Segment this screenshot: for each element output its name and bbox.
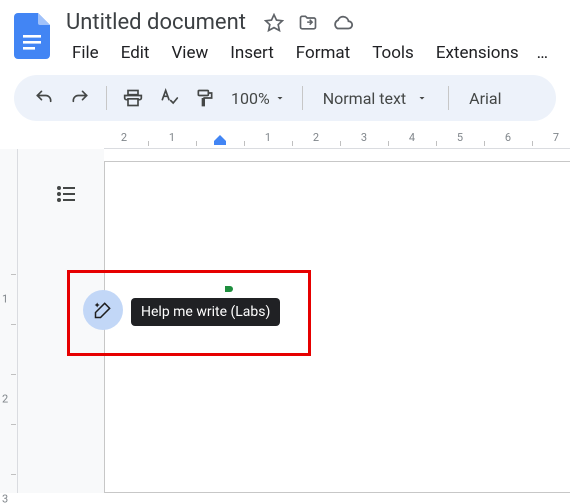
ruler-minor-tick [11, 474, 16, 475]
paragraph-style-dropdown[interactable]: Normal text [313, 89, 438, 108]
cloud-status-icon[interactable] [332, 12, 354, 34]
ruler-tick: 2 [121, 131, 127, 144]
ruler-tick: 6 [505, 131, 511, 144]
menu-extensions[interactable]: Extensions [426, 39, 529, 67]
help-me-write-tooltip: Help me write (Labs) [131, 298, 280, 326]
ruler-minor-tick [11, 274, 16, 275]
collab-cursor-flag-icon [225, 286, 233, 292]
ruler-tick: 4 [409, 131, 415, 144]
ruler-tick: 7 [553, 131, 559, 144]
ruler-tick: 2 [313, 131, 319, 144]
zoom-value: 100% [231, 89, 270, 108]
menu-insert[interactable]: Insert [220, 39, 284, 67]
star-icon[interactable] [264, 13, 284, 33]
ruler-minor-tick [11, 374, 16, 375]
print-button[interactable] [117, 82, 149, 114]
ruler-minor-tick [388, 141, 389, 146]
ruler-minor-tick [11, 424, 16, 425]
docs-logo[interactable] [12, 10, 52, 62]
ruler-tick: 1 [169, 131, 175, 144]
paragraph-style-value: Normal text [323, 89, 406, 108]
menu-view[interactable]: View [161, 39, 218, 67]
ruler-tick: 1 [265, 131, 271, 144]
ruler-minor-tick [436, 141, 437, 146]
menu-format[interactable]: Format [286, 39, 360, 67]
ruler-tick: 1 [2, 293, 8, 306]
horizontal-ruler[interactable]: 2 1 1 2 3 4 5 6 7 [104, 131, 570, 149]
help-me-write-button[interactable] [83, 290, 123, 330]
font-value: Arial [469, 89, 501, 108]
toolbar-separator [106, 86, 107, 110]
font-dropdown[interactable]: Arial [459, 89, 511, 108]
ruler-minor-tick [244, 141, 245, 146]
toolbar-separator [302, 86, 303, 110]
menu-tools[interactable]: Tools [362, 39, 424, 67]
spellcheck-button[interactable] [153, 82, 185, 114]
toolbar-separator [448, 86, 449, 110]
ruler-minor-tick [196, 141, 197, 146]
ruler-tick: 3 [361, 131, 367, 144]
document-page[interactable]: Help me write (Labs) [104, 161, 570, 493]
ruler-minor-tick [11, 324, 16, 325]
ruler-minor-tick [532, 141, 533, 146]
ruler-minor-tick [484, 141, 485, 146]
undo-button[interactable] [28, 82, 60, 114]
ruler-tick: 5 [457, 131, 463, 144]
chevron-down-icon [274, 89, 286, 108]
move-folder-icon[interactable] [298, 13, 318, 33]
menu-edit[interactable]: Edit [111, 39, 160, 67]
paint-format-button[interactable] [189, 82, 221, 114]
ruler-minor-tick [340, 141, 341, 146]
menu-file[interactable]: File [62, 39, 109, 67]
vertical-ruler[interactable]: 1 2 3 [0, 149, 18, 493]
menu-more[interactable]: … [531, 39, 554, 67]
zoom-dropdown[interactable]: 100% [225, 89, 292, 108]
ruler-tick: 2 [2, 393, 8, 406]
ruler-minor-tick [148, 141, 149, 146]
document-outline-button[interactable] [50, 177, 84, 211]
toolbar: 100% Normal text Arial [14, 75, 556, 121]
menubar: File Edit View Insert Format Tools Exten… [62, 39, 558, 67]
document-title[interactable]: Untitled document [62, 8, 250, 37]
redo-button[interactable] [64, 82, 96, 114]
indent-marker-icon[interactable] [213, 133, 227, 147]
chevron-down-icon [416, 89, 428, 108]
ruler-minor-tick [292, 141, 293, 146]
ruler-tick: 3 [2, 493, 8, 504]
